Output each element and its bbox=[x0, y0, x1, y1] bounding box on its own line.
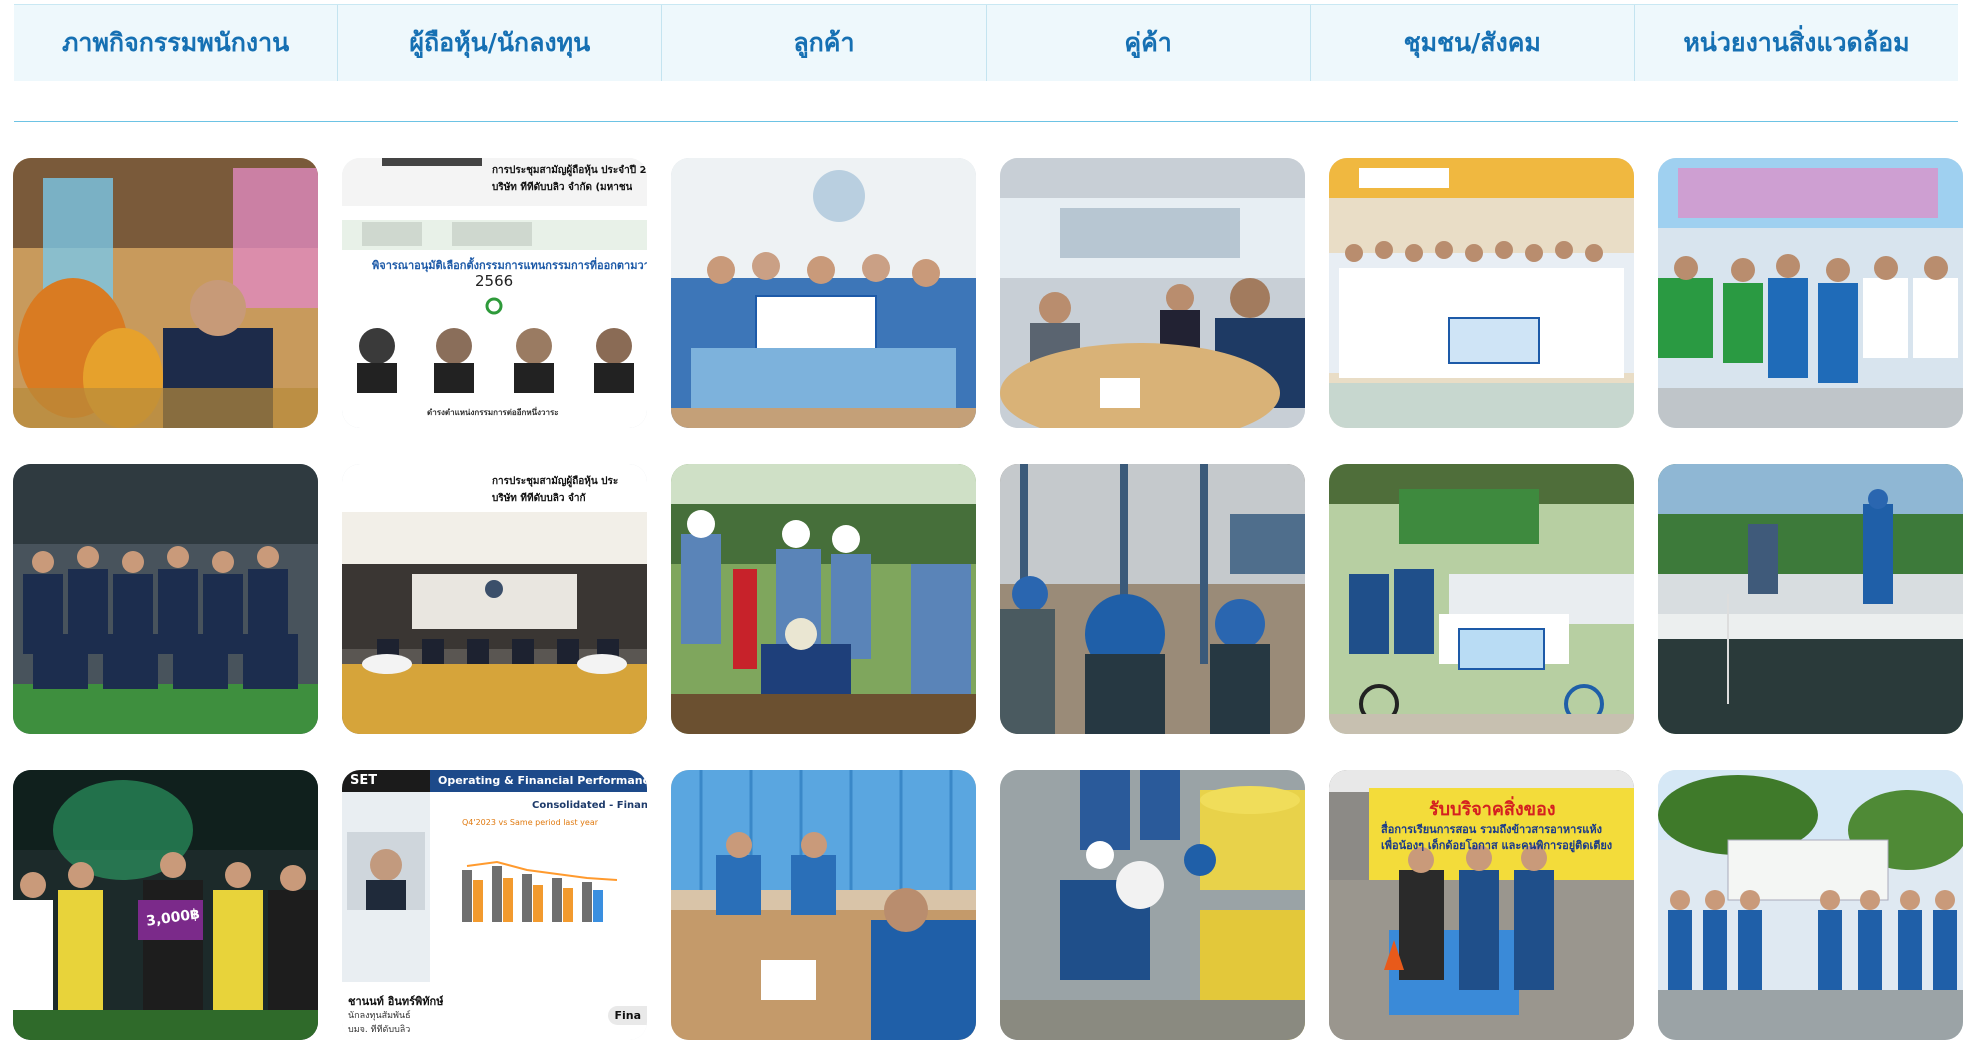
photo-community-donation-drive[interactable]: รับบริจาคสิ่งของ สื่อการเรียนการสอน รวมถ… bbox=[1329, 770, 1634, 1040]
photo-partner-equipment-check[interactable] bbox=[1000, 770, 1305, 1040]
photo-investor-presentation[interactable]: SET Operating & Financial Performance Co… bbox=[342, 770, 647, 1040]
photo-customer-service-desk[interactable] bbox=[671, 770, 976, 1040]
presentation-button: Fina bbox=[608, 1006, 647, 1025]
set-slide-subtitle: Consolidated - Financ bbox=[532, 800, 647, 811]
presenter-company: บมจ. ทีทีดับบลิว bbox=[348, 1025, 411, 1035]
photo-agm-meeting-room[interactable]: การประชุมสามัญผู้ถือหุ้น ประ บริษัท ทีที… bbox=[342, 464, 647, 734]
tab-shareholders-investors[interactable]: ผู้ถือหุ้น/นักลงทุน bbox=[337, 5, 661, 81]
photo-partner-meeting[interactable] bbox=[1000, 158, 1305, 428]
photo-gallery: การประชุมสามัญผู้ถือหุ้น ประจำปี 256 บริ… bbox=[13, 158, 1963, 1040]
category-tabs: ภาพกิจกรรมพนักงาน ผู้ถือหุ้น/นักลงทุน ลู… bbox=[14, 4, 1958, 81]
photo-employee-football-team[interactable] bbox=[13, 464, 318, 734]
photo-community-school-donation[interactable] bbox=[1329, 158, 1634, 428]
set-slide-title: Operating & Financial Performance bbox=[438, 774, 647, 787]
photo-employee-party-raffle[interactable]: 3,000฿ bbox=[13, 770, 318, 1040]
photo-customer-hydrant-inspection[interactable] bbox=[671, 464, 976, 734]
section-divider bbox=[14, 121, 1958, 122]
agm-slide-title: การประชุมสามัญผู้ถือหุ้น ประจำปี 256 bbox=[492, 165, 647, 176]
tab-partners[interactable]: คู่ค้า bbox=[985, 5, 1310, 81]
photo-environment-site-visit[interactable] bbox=[1658, 770, 1963, 1040]
tab-customers[interactable]: ลูกค้า bbox=[661, 5, 985, 81]
presenter-role: นักลงทุนสัมพันธ์ bbox=[348, 1011, 411, 1021]
agm-room-company: บริษัท ทีทีดับบลิว จำกั bbox=[492, 493, 586, 504]
donation-banner-line3: เพื่อน้องๆ เด็กด้อยโอกาส และคนพิการอยู่ต… bbox=[1381, 839, 1613, 852]
tab-employee-activities[interactable]: ภาพกิจกรรมพนักงาน bbox=[14, 5, 337, 81]
set-logo: SET bbox=[350, 773, 378, 788]
agm-slide-footer: ดำรงตำแหน่งกรรมการต่ออีกหนึ่งวาระ bbox=[427, 408, 559, 417]
donation-banner-line1: รับบริจาคสิ่งของ bbox=[1429, 799, 1556, 820]
agm-slide-year: 2566 bbox=[475, 272, 514, 290]
photo-environment-water-sampling[interactable] bbox=[1658, 464, 1963, 734]
photo-agm-director-slide[interactable]: การประชุมสามัญผู้ถือหุ้น ประจำปี 256 บริ… bbox=[342, 158, 647, 428]
tab-environmental-agencies[interactable]: หน่วยงานสิ่งแวดล้อม bbox=[1633, 5, 1958, 81]
tab-community-society[interactable]: ชุมชน/สังคม bbox=[1309, 5, 1634, 81]
photo-environment-students[interactable] bbox=[1658, 158, 1963, 428]
photo-employee-ceremony[interactable] bbox=[13, 158, 318, 428]
photo-customer-donation-group[interactable] bbox=[671, 158, 976, 428]
set-slide-period: Q4'2023 vs Same period last year bbox=[462, 818, 599, 827]
agm-slide-company: บริษัท ทีทีดับบลิว จำกัด (มหาชน bbox=[492, 182, 633, 193]
photo-community-bicycle-donation[interactable] bbox=[1329, 464, 1634, 734]
photo-partner-site-inspection[interactable] bbox=[1000, 464, 1305, 734]
agm-room-title: การประชุมสามัญผู้ถือหุ้น ประ bbox=[492, 476, 619, 487]
